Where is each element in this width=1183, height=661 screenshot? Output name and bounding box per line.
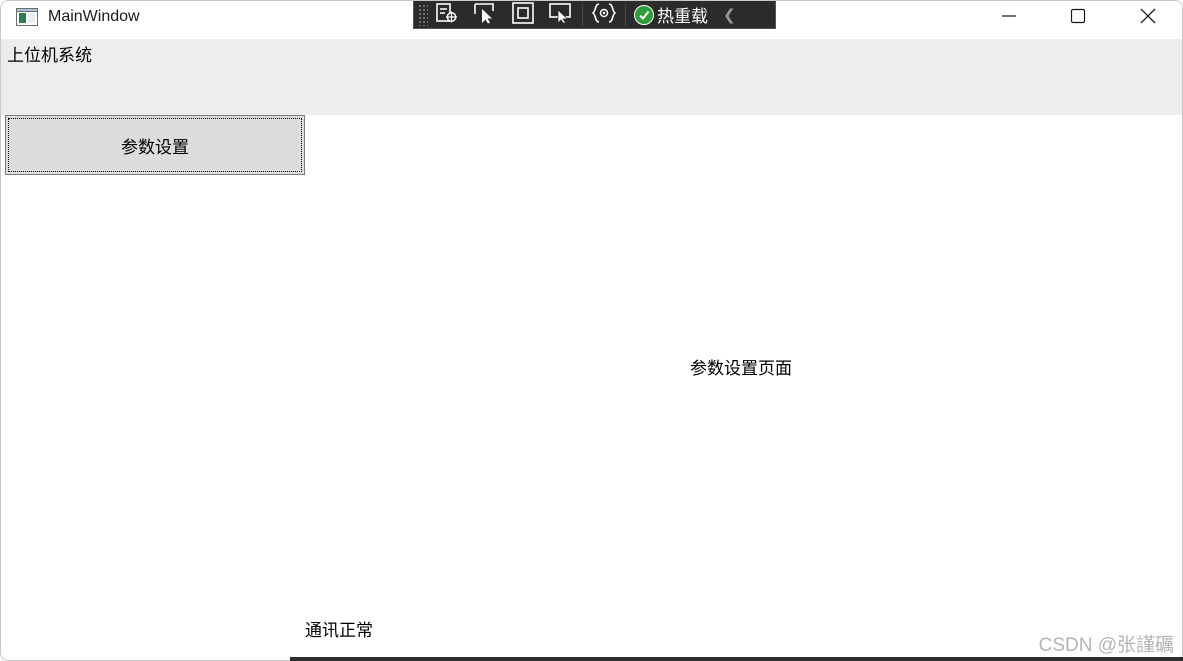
minimize-button[interactable] <box>974 1 1044 35</box>
wpf-window-icon <box>16 8 38 26</box>
toolbar-separator <box>625 3 626 26</box>
layout-adorners-button[interactable] <box>504 1 542 28</box>
header-band: 上位机系统 <box>1 39 1182 115</box>
page-content-label: 参数设置页面 <box>690 359 792 379</box>
close-button[interactable] <box>1113 1 1182 35</box>
watermark: CSDN @张謹礪 <box>1038 635 1174 656</box>
background-editor-strip <box>290 657 1183 661</box>
toolbar-grip-icon[interactable] <box>418 3 428 26</box>
main-window: MainWindow 热重载 ❮ 上位机系统 参数设置 参数设置页面 通讯正常 … <box>0 0 1183 661</box>
connection-status: 通讯正常 <box>305 621 373 641</box>
select-element-button[interactable] <box>428 2 466 28</box>
xaml-debug-toolbar: 热重载 ❮ <box>413 1 776 29</box>
param-settings-button-label: 参数设置 <box>121 137 189 158</box>
binding-failures-button[interactable] <box>585 2 623 28</box>
check-circle-icon <box>634 4 654 25</box>
maximize-icon <box>1070 8 1086 28</box>
binding-failures-icon <box>591 2 617 28</box>
window-title: MainWindow <box>48 8 140 25</box>
param-settings-button[interactable]: 参数设置 <box>5 115 305 175</box>
layout-adorners-icon <box>511 1 535 28</box>
track-focus-icon <box>548 2 574 28</box>
chevron-left-icon[interactable]: ❮ <box>723 6 736 24</box>
track-focus-button[interactable] <box>542 2 580 28</box>
maximize-button[interactable] <box>1043 1 1113 35</box>
close-icon <box>1140 8 1156 28</box>
hot-reload-label: 热重载 <box>657 7 708 27</box>
hot-reload-button[interactable]: 热重载 ❮ <box>628 2 744 27</box>
pointer-select-icon <box>473 2 497 28</box>
pointer-select-button[interactable] <box>466 2 504 28</box>
select-element-icon <box>435 2 459 28</box>
system-title: 上位机系统 <box>7 46 92 66</box>
toolbar-separator <box>582 3 583 26</box>
minimize-icon <box>1001 8 1017 28</box>
